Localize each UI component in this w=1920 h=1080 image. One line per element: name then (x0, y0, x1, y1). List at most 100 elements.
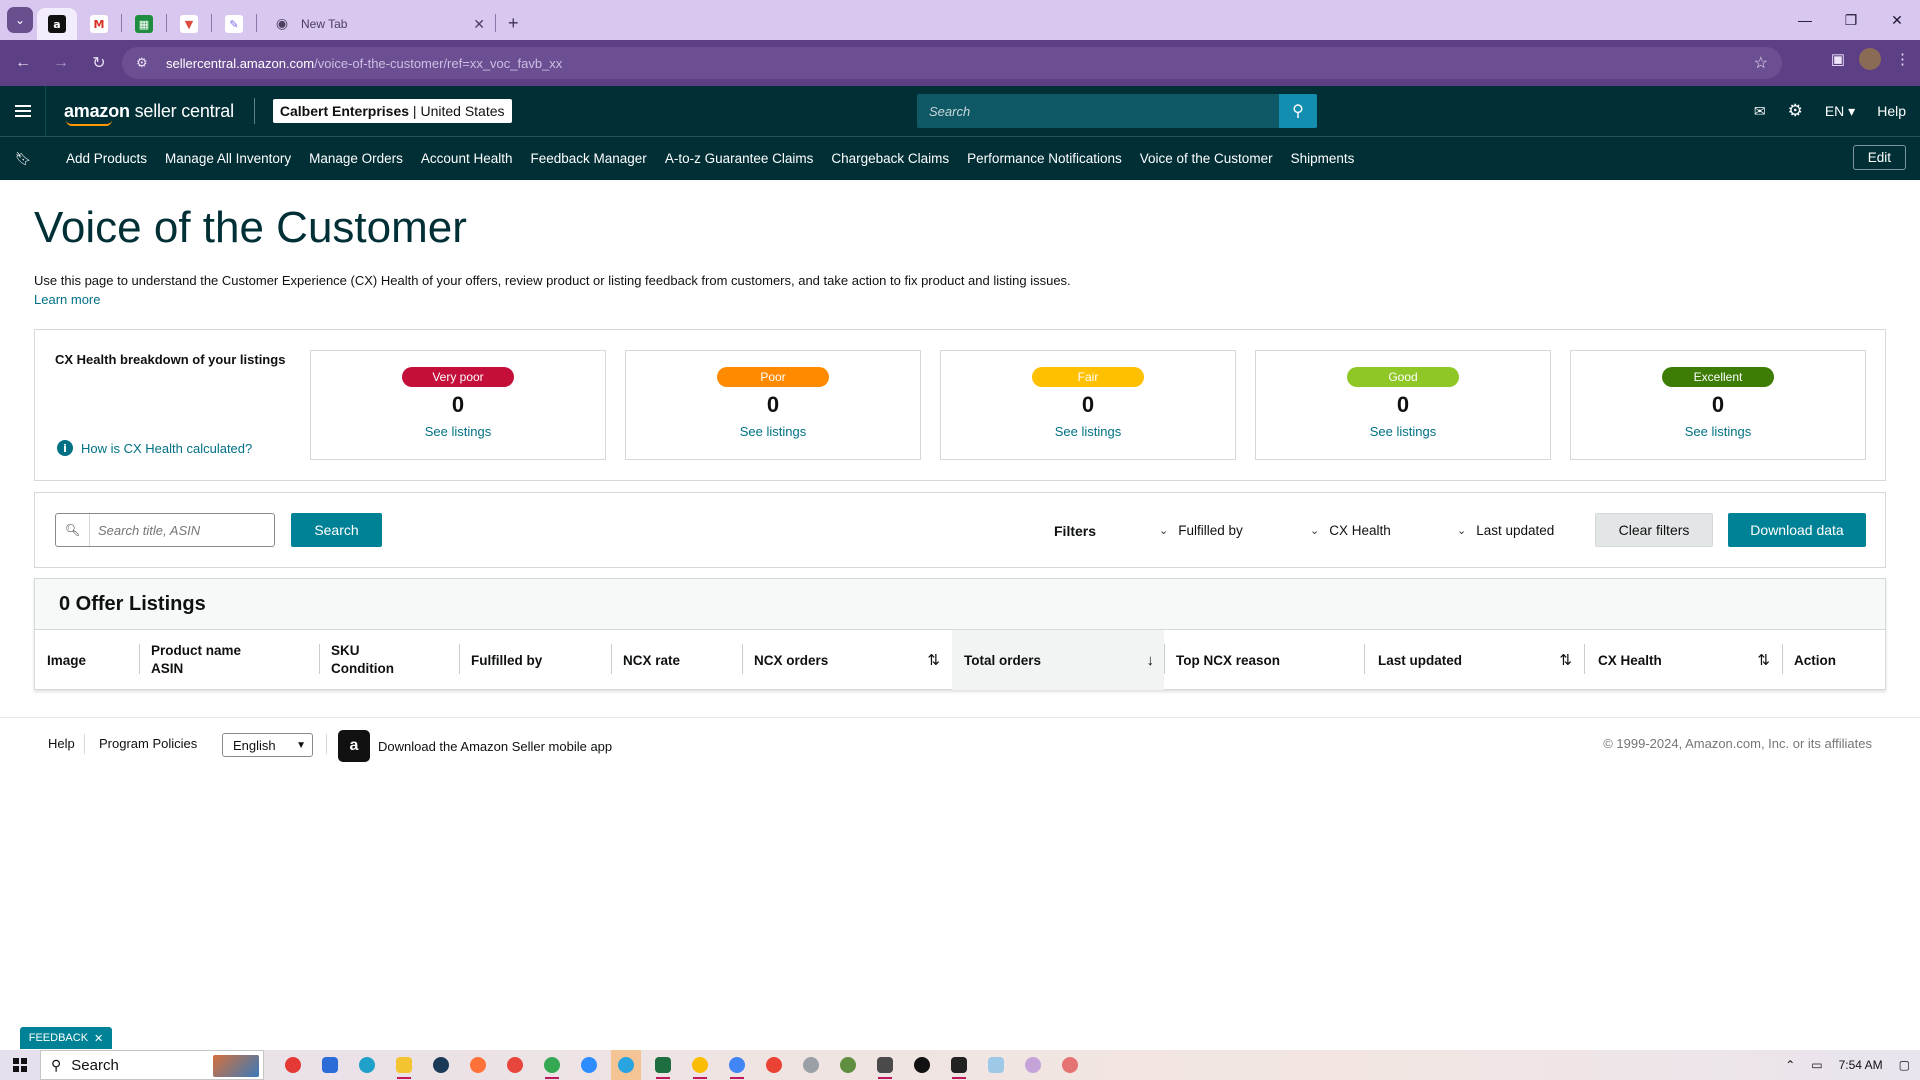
clock[interactable]: 7:54 AM (1839, 1058, 1883, 1072)
fulfilled-by-filter[interactable]: ⌄ Fulfilled by (1159, 523, 1243, 538)
browser-menu-icon[interactable]: ⋮ (1895, 50, 1910, 68)
site-info-icon[interactable]: ⚙ (136, 55, 156, 71)
chrome-icon[interactable] (500, 1050, 530, 1080)
nav-manage-orders[interactable]: Manage Orders (309, 151, 403, 166)
steam-icon[interactable] (426, 1050, 456, 1080)
col-cx-health[interactable]: CX Health ⇅ (1586, 630, 1780, 690)
footer-language-select[interactable]: English ▼ (222, 733, 313, 757)
last-updated-filter[interactable]: ⌄ Last updated (1457, 523, 1554, 538)
hamburger-menu-icon[interactable] (0, 86, 46, 136)
nav-account-health[interactable]: Account Health (421, 151, 513, 166)
chrome-profile-icon[interactable] (759, 1050, 789, 1080)
see-listings-link[interactable]: See listings (941, 424, 1235, 439)
sort-descending-icon[interactable]: ↓ (1147, 652, 1155, 669)
tab-clickup[interactable]: ✎ (212, 8, 256, 40)
sort-icon[interactable]: ⇅ (1757, 651, 1770, 669)
profile-avatar[interactable] (1859, 48, 1881, 70)
see-listings-link[interactable]: See listings (1256, 424, 1550, 439)
see-listings-link[interactable]: See listings (1571, 424, 1865, 439)
tab-todoist[interactable]: ▼ (167, 8, 211, 40)
learn-more-link[interactable]: Learn more (34, 292, 100, 307)
tab-gmail[interactable]: M (77, 8, 121, 40)
address-bar[interactable]: ⚙ sellercentral.amazon.com/voice-of-the-… (122, 47, 1782, 79)
nav-chargeback-claims[interactable]: Chargeback Claims (831, 151, 949, 166)
bookmark-icon[interactable]: 🔖︎ (0, 151, 46, 167)
battery-icon[interactable]: ▭ (1811, 1058, 1822, 1072)
cx-health-filter[interactable]: ⌄ CX Health (1310, 523, 1391, 538)
chrome-profile-icon[interactable] (796, 1050, 826, 1080)
search-icon[interactable]: ⚲ (1279, 94, 1317, 128)
tab-sheets[interactable]: ▦ (122, 8, 166, 40)
gear-icon[interactable]: ⚙ (1788, 101, 1803, 121)
minimize-icon[interactable]: — (1782, 0, 1828, 40)
nav-manage-inventory[interactable]: Manage All Inventory (165, 151, 291, 166)
github-icon[interactable] (907, 1050, 937, 1080)
account-switcher[interactable]: Calbert Enterprises | United States (272, 99, 512, 123)
footer-help-link[interactable]: Help (48, 736, 75, 751)
see-listings-link[interactable]: See listings (311, 424, 605, 439)
col-ncx-orders[interactable]: NCX orders ⇅ (742, 630, 950, 690)
restore-icon[interactable]: ❐ (1828, 0, 1874, 40)
mail-icon[interactable]: ✉ (1754, 103, 1766, 120)
forward-arrow-icon[interactable]: → (46, 48, 76, 78)
start-button[interactable] (0, 1058, 40, 1072)
bookmark-star-icon[interactable]: ☆ (1754, 53, 1768, 73)
side-panel-icon[interactable]: ▣ (1831, 50, 1845, 68)
sort-icon[interactable]: ⇅ (927, 651, 940, 669)
program-policies-link[interactable]: Program Policies (99, 736, 197, 751)
header-search-input[interactable]: Search (917, 94, 1279, 128)
nav-shipments[interactable]: Shipments (1291, 151, 1355, 166)
nav-performance-notifications[interactable]: Performance Notifications (967, 151, 1122, 166)
listing-search-field[interactable]: 🔍︎ Search title, ASIN (55, 513, 275, 547)
download-app-text[interactable]: Download the Amazon Seller mobile app (378, 739, 612, 754)
download-app-link[interactable]: a Download the Amazon Seller mobile app (338, 730, 612, 762)
close-tab-icon[interactable]: ✕ (473, 16, 485, 33)
tab-amazon[interactable]: a (37, 8, 77, 40)
see-listings-link[interactable]: See listings (626, 424, 920, 439)
zoom-icon[interactable] (574, 1050, 604, 1080)
language-selector[interactable]: EN ▾ (1825, 103, 1855, 120)
chrome-profile-icon[interactable] (685, 1050, 715, 1080)
firefox-icon[interactable] (463, 1050, 493, 1080)
edge-icon[interactable] (352, 1050, 382, 1080)
sticky-app-icon[interactable] (944, 1050, 974, 1080)
new-tab-plus-icon[interactable]: + (508, 13, 519, 34)
telegram-icon[interactable] (611, 1050, 641, 1080)
tab-new-tab[interactable]: ◉ New Tab ✕ (263, 8, 495, 40)
search-button[interactable]: Search (291, 513, 382, 547)
close-window-icon[interactable]: ✕ (1874, 0, 1920, 40)
close-feedback-icon[interactable]: ✕ (94, 1032, 103, 1045)
taskbar-search[interactable]: ⚲ Search (40, 1050, 264, 1080)
file-explorer-icon[interactable] (389, 1050, 419, 1080)
help-link[interactable]: Help (1877, 103, 1906, 119)
seller-central-logo[interactable]: amazon seller central (64, 101, 234, 126)
nav-a-to-z-claims[interactable]: A-to-z Guarantee Claims (665, 151, 814, 166)
paint-icon[interactable] (1055, 1050, 1085, 1080)
col-last-updated[interactable]: Last updated ⇅ (1366, 630, 1582, 690)
reload-icon[interactable]: ↻ (84, 48, 114, 78)
notifications-icon[interactable]: ▢ (1899, 1058, 1910, 1072)
nav-voice-of-customer[interactable]: Voice of the Customer (1140, 151, 1273, 166)
col-total-orders[interactable]: Total orders ↓ (952, 630, 1164, 690)
listing-search-placeholder[interactable]: Search title, ASIN (98, 523, 200, 538)
chevron-up-icon[interactable]: ⌃ (1785, 1058, 1795, 1072)
clear-filters-button[interactable]: Clear filters (1595, 513, 1713, 547)
feedback-tab[interactable]: FEEDBACK ✕ (20, 1027, 112, 1049)
chrome-profile-icon[interactable] (537, 1050, 567, 1080)
nav-add-products[interactable]: Add Products (66, 151, 147, 166)
feedback-label[interactable]: FEEDBACK (29, 1032, 88, 1044)
chrome-profile-icon[interactable] (722, 1050, 752, 1080)
chrome-profile-icon[interactable] (833, 1050, 863, 1080)
download-data-button[interactable]: Download data (1728, 513, 1866, 547)
red-app-icon[interactable] (278, 1050, 308, 1080)
calculator-icon[interactable] (870, 1050, 900, 1080)
excel-icon[interactable] (648, 1050, 678, 1080)
sort-icon[interactable]: ⇅ (1559, 651, 1572, 669)
cx-health-calc-link[interactable]: i How is CX Health calculated? (57, 440, 252, 456)
snipping-tool-icon[interactable] (1018, 1050, 1048, 1080)
tab-search-button[interactable]: ⌄ (7, 7, 33, 33)
notepad-icon[interactable] (981, 1050, 1011, 1080)
edit-nav-button[interactable]: Edit (1852, 145, 1906, 170)
store-icon[interactable] (315, 1050, 345, 1080)
cx-health-calc-text[interactable]: How is CX Health calculated? (81, 441, 252, 456)
